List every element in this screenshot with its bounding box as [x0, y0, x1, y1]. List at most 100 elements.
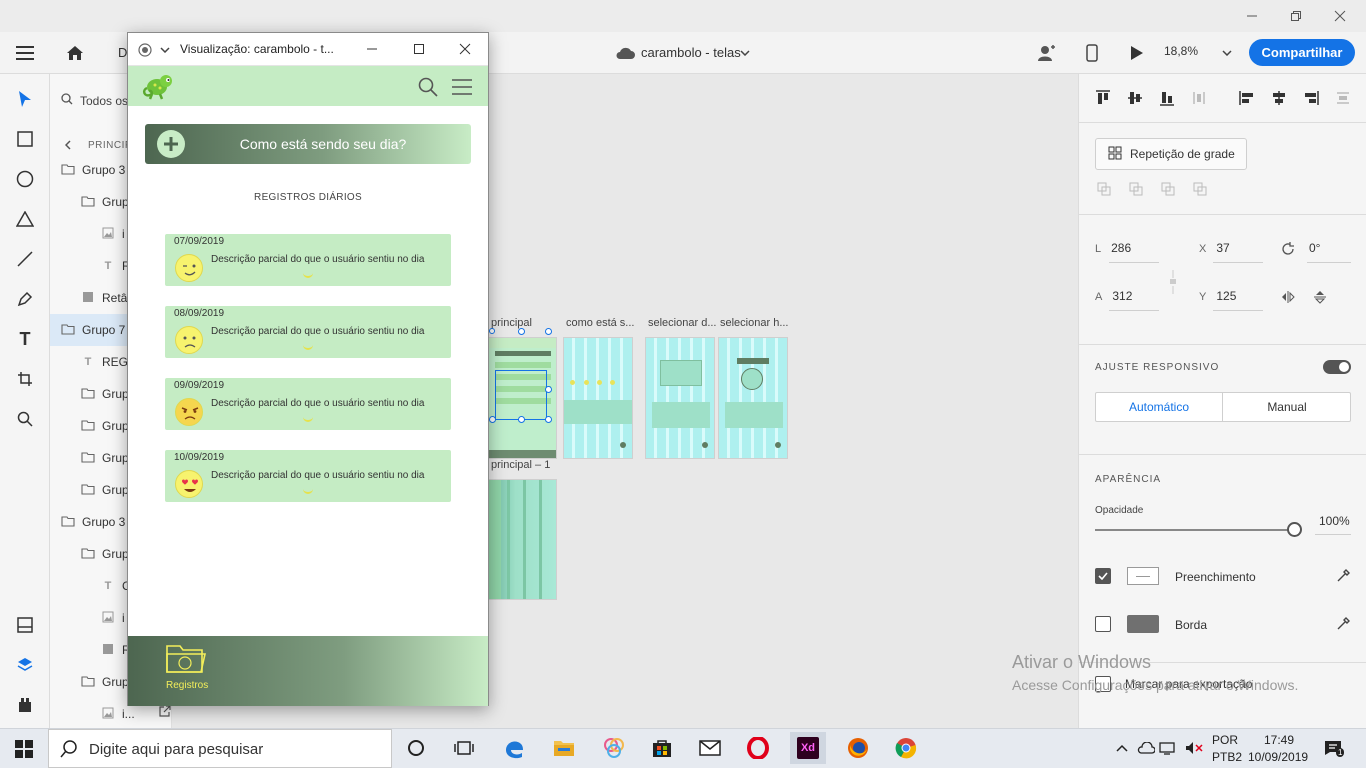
artboard-como-esta[interactable] [563, 337, 633, 459]
artboard-label[interactable]: principal [491, 317, 532, 329]
x-field[interactable]: X 37 [1199, 241, 1230, 255]
store-icon[interactable] [644, 732, 680, 764]
pen-tool-icon[interactable] [14, 288, 36, 310]
selection-handle[interactable] [518, 328, 525, 335]
flip-vertical-icon[interactable] [1311, 288, 1329, 306]
align-right-icon[interactable] [1301, 88, 1321, 108]
opera-icon[interactable] [740, 732, 776, 764]
close-icon[interactable] [453, 39, 477, 59]
adobe-xd-icon[interactable]: Xd [790, 732, 826, 764]
tray-chevron-up-icon[interactable] [1114, 740, 1130, 756]
artboard-tool-icon[interactable] [14, 368, 36, 390]
chevron-left-icon[interactable] [62, 138, 74, 152]
language-indicator[interactable]: POR [1212, 733, 1238, 747]
entry-card[interactable]: 10/09/2019 Descrição parcial do que o us… [165, 450, 451, 502]
selection-handle[interactable] [545, 328, 552, 335]
restore-icon[interactable] [1276, 0, 1316, 32]
entry-card[interactable]: 07/09/2019 Descrição parcial do que o us… [165, 234, 451, 286]
selection-box[interactable] [495, 370, 547, 420]
align-top-icon[interactable] [1093, 88, 1113, 108]
layers-search-input[interactable]: Todos os [80, 94, 128, 108]
photos-icon[interactable] [596, 732, 632, 764]
artboard-label[interactable]: como está s... [566, 317, 634, 329]
volume-muted-icon[interactable] [1184, 740, 1204, 756]
align-bottom-icon[interactable] [1157, 88, 1177, 108]
artboard-label[interactable]: principal – 1 [491, 459, 550, 471]
selection-handle[interactable] [489, 416, 496, 423]
hamburger-menu-icon[interactable] [12, 41, 38, 65]
eyedropper-icon[interactable] [1335, 614, 1353, 632]
file-explorer-icon[interactable] [546, 732, 582, 764]
external-link-icon[interactable] [158, 704, 172, 718]
mail-icon[interactable] [692, 732, 728, 764]
border-swatch[interactable] [1127, 615, 1159, 633]
artboard-selecionar-data[interactable] [645, 337, 715, 459]
chevron-down-icon[interactable] [158, 43, 172, 57]
cortana-icon[interactable] [398, 732, 434, 764]
zoom-chevron-icon[interactable] [1220, 46, 1234, 60]
record-icon[interactable] [136, 41, 154, 59]
edge-icon[interactable] [496, 732, 532, 764]
repeat-grid-button[interactable]: Repetição de grade [1095, 138, 1247, 170]
rectangle-tool-icon[interactable] [14, 128, 36, 150]
ellipse-tool-icon[interactable] [14, 168, 36, 190]
fill-checkbox[interactable] [1095, 568, 1111, 584]
clock-time[interactable]: 17:49 [1264, 733, 1294, 747]
artboard-selecionar-hora[interactable] [718, 337, 788, 459]
clock-date[interactable]: 10/09/2019 [1248, 750, 1308, 764]
share-button[interactable]: Compartilhar [1249, 39, 1355, 66]
responsive-toggle[interactable] [1323, 360, 1351, 374]
expand-chevron-icon[interactable] [303, 344, 313, 350]
layers-breadcrumb[interactable]: PRINCIP [88, 140, 132, 151]
network-icon[interactable] [1158, 740, 1176, 756]
taskbar-search[interactable]: Digite aqui para pesquisar [48, 729, 392, 768]
selection-handle[interactable] [545, 416, 552, 423]
y-field[interactable]: Y 125 [1199, 289, 1236, 303]
selection-handle[interactable] [518, 416, 525, 423]
opacity-slider[interactable] [1095, 529, 1295, 531]
align-middle-icon[interactable] [1125, 88, 1145, 108]
search-icon[interactable] [416, 75, 440, 99]
play-preview-icon[interactable] [1126, 41, 1148, 65]
folder-icon[interactable] [164, 642, 208, 678]
fill-swatch[interactable] [1127, 567, 1159, 585]
polygon-tool-icon[interactable] [14, 208, 36, 230]
flip-horizontal-icon[interactable] [1279, 288, 1297, 306]
chevron-down-icon[interactable] [738, 46, 752, 60]
line-tool-icon[interactable] [14, 248, 36, 270]
height-field[interactable]: A 312 [1095, 289, 1132, 303]
auto-button[interactable]: Automático [1096, 393, 1223, 421]
maximize-icon[interactable] [407, 39, 431, 59]
border-checkbox[interactable] [1095, 616, 1111, 632]
expand-chevron-icon[interactable] [303, 488, 313, 494]
align-center-icon[interactable] [1269, 88, 1289, 108]
device-preview-icon[interactable] [1082, 41, 1102, 65]
expand-chevron-icon[interactable] [303, 416, 313, 422]
artboard-principal[interactable] [488, 337, 557, 459]
layers-icon[interactable] [14, 654, 36, 676]
nav-registros-label[interactable]: Registros [166, 680, 208, 691]
plugins-icon[interactable] [14, 694, 36, 716]
text-tool-icon[interactable]: T [14, 328, 36, 350]
align-left-icon[interactable] [1237, 88, 1257, 108]
onedrive-icon[interactable] [1136, 740, 1156, 756]
manual-button[interactable]: Manual [1224, 393, 1350, 421]
eyedropper-icon[interactable] [1335, 566, 1353, 584]
artboard-principal-1[interactable] [488, 479, 557, 600]
expand-chevron-icon[interactable] [303, 272, 313, 278]
opacity-value[interactable]: 100% [1319, 514, 1350, 528]
home-icon[interactable] [62, 41, 88, 65]
artboard-label[interactable]: selecionar d... [648, 317, 716, 329]
firefox-icon[interactable] [840, 732, 876, 764]
assets-icon[interactable] [14, 614, 36, 636]
artboard-label[interactable]: selecionar h... [720, 317, 788, 329]
rotation-field[interactable]: 0° [1309, 241, 1320, 255]
chrome-icon[interactable] [888, 732, 924, 764]
invite-user-icon[interactable] [1034, 41, 1058, 65]
menu-icon[interactable] [450, 75, 474, 99]
document-title[interactable]: carambolo - telas [641, 45, 741, 60]
minimize-icon[interactable] [360, 39, 384, 59]
design-tab[interactable]: D [118, 45, 127, 60]
keyboard-layout[interactable]: PTB2 [1212, 750, 1242, 764]
select-tool-icon[interactable] [14, 88, 36, 110]
